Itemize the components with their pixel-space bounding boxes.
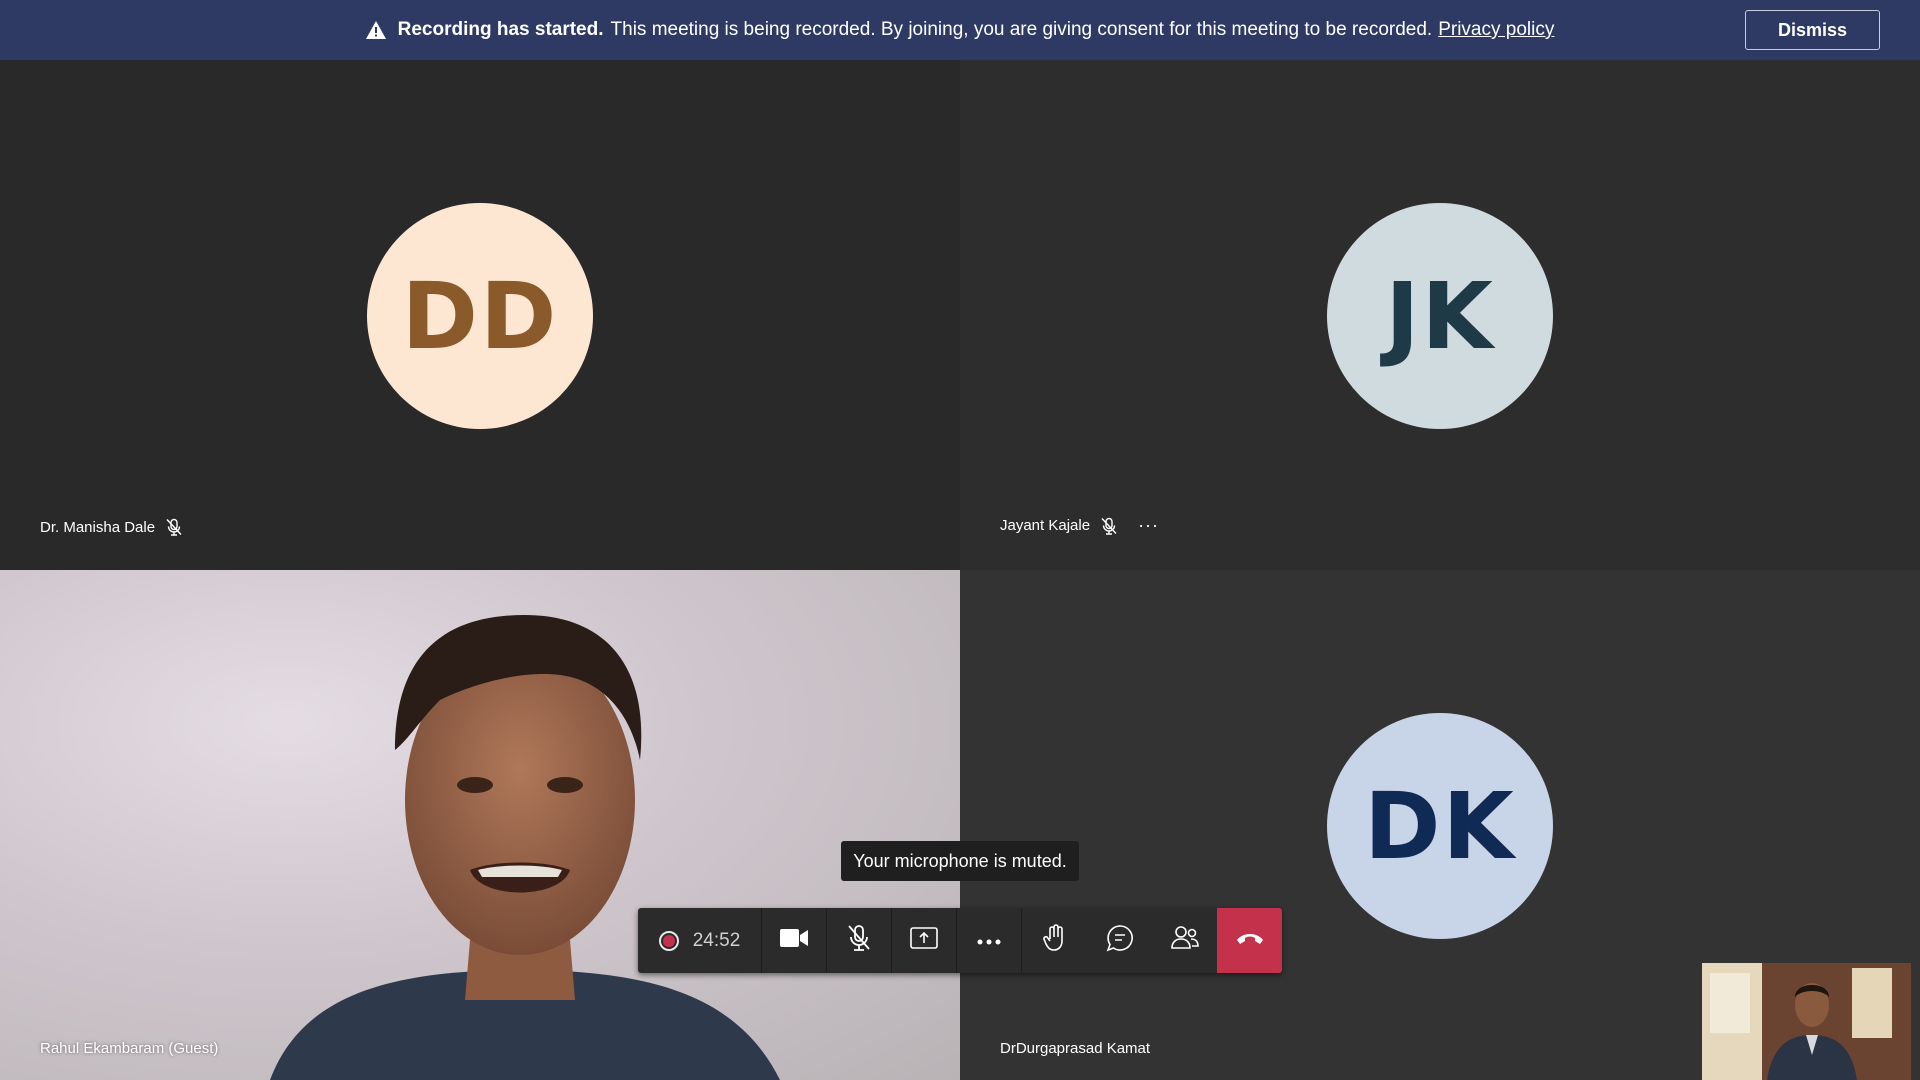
raise-hand-button[interactable] bbox=[1022, 908, 1087, 973]
more-actions-button[interactable] bbox=[957, 908, 1022, 973]
avatar: JK bbox=[1327, 203, 1553, 429]
self-view-video[interactable] bbox=[1702, 963, 1911, 1080]
recording-banner: Recording has started. This meeting is b… bbox=[0, 0, 1920, 60]
participant-more-options[interactable]: ··· bbox=[1138, 515, 1159, 536]
avatar: DD bbox=[367, 203, 593, 429]
participant-name-tag: DrDurgaprasad Kamat bbox=[1000, 1040, 1150, 1057]
camera-button[interactable] bbox=[762, 908, 827, 973]
raise-hand-icon bbox=[1042, 924, 1068, 957]
hang-up-button[interactable] bbox=[1217, 908, 1282, 973]
mic-off-icon bbox=[846, 924, 872, 957]
mute-button[interactable] bbox=[827, 908, 892, 973]
participants-button[interactable] bbox=[1152, 908, 1217, 973]
participant-video-tile[interactable]: Rahul Ekambaram (Guest) bbox=[0, 570, 960, 1080]
meeting-control-bar: 24:52 bbox=[638, 908, 1282, 973]
participant-name-tag: Jayant Kajale ··· bbox=[1000, 515, 1159, 536]
privacy-policy-link[interactable]: Privacy policy bbox=[1438, 19, 1554, 41]
mic-off-icon bbox=[1100, 517, 1118, 535]
mic-off-icon bbox=[165, 518, 183, 536]
chat-icon bbox=[1106, 924, 1134, 957]
participant-name-tag: Rahul Ekambaram (Guest) bbox=[40, 1040, 218, 1057]
chat-button[interactable] bbox=[1087, 908, 1152, 973]
participant-tile[interactable]: DD Dr. Manisha Dale bbox=[0, 60, 960, 570]
participant-name: Rahul Ekambaram (Guest) bbox=[40, 1040, 219, 1057]
video-feed bbox=[0, 570, 960, 1080]
more-icon bbox=[977, 932, 1001, 950]
participant-tile[interactable]: JK Jayant Kajale ··· bbox=[960, 60, 1920, 570]
participant-name: Jayant Kajale bbox=[1000, 517, 1091, 534]
participant-name: DrDurgaprasad Kamat bbox=[1000, 1040, 1151, 1057]
hang-up-icon bbox=[1235, 931, 1265, 950]
share-screen-icon bbox=[910, 927, 938, 954]
timer-text: 24:52 bbox=[692, 929, 741, 951]
participants-icon bbox=[1170, 924, 1200, 957]
share-screen-button[interactable] bbox=[892, 908, 957, 973]
banner-message: This meeting is being recorded. By joini… bbox=[610, 19, 1433, 40]
dismiss-button[interactable]: Dismiss bbox=[1745, 10, 1880, 50]
camera-icon bbox=[779, 927, 809, 954]
participant-name-tag: Dr. Manisha Dale bbox=[40, 518, 183, 536]
avatar: DK bbox=[1327, 713, 1553, 939]
banner-title: Recording has started. bbox=[397, 19, 604, 40]
warning-icon bbox=[365, 21, 386, 39]
record-icon bbox=[658, 930, 679, 951]
recording-timer: 24:52 bbox=[638, 908, 762, 973]
mic-muted-tooltip: Your microphone is muted. bbox=[841, 841, 1079, 881]
participant-name: Dr. Manisha Dale bbox=[40, 518, 156, 536]
